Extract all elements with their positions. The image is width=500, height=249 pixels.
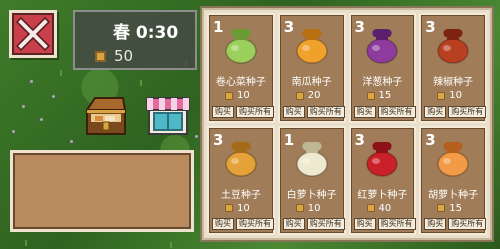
seed-price-value: 20 xyxy=(307,90,321,101)
chest-icon xyxy=(85,97,127,135)
grass-decoration xyxy=(60,70,62,76)
seed-shop-panel: 1 卷心菜种子 10 购买 购买所有 3 南瓜种子 20 购买 购买所有 3 洋… xyxy=(202,8,492,240)
item-info-panel xyxy=(10,150,194,232)
coin-icon xyxy=(437,204,446,212)
card-actions: 购买 购买所有 xyxy=(353,105,416,118)
buy-button[interactable]: 购买 xyxy=(353,105,376,118)
seed-price: 10 xyxy=(437,90,462,101)
seed-name: 白萝卜种子 xyxy=(286,189,337,201)
buy-button[interactable]: 购买 xyxy=(212,218,234,230)
shop-icon xyxy=(146,97,190,135)
seed-price: 15 xyxy=(437,203,462,214)
seed-card[interactable]: 1 白萝卜种子 10 购买 购买所有 xyxy=(277,125,346,235)
seed-price: 10 xyxy=(225,203,250,214)
seed-name: 卷心菜种子 xyxy=(215,77,266,88)
seed-name: 胡萝卜种子 xyxy=(428,189,479,201)
buy-button[interactable]: 购买 xyxy=(212,105,234,118)
buy-all-button[interactable]: 购买所有 xyxy=(306,105,345,118)
seed-bag-icon xyxy=(366,29,399,64)
season-time: 春 0:30 xyxy=(113,23,179,43)
close-icon xyxy=(16,17,50,51)
seed-card[interactable]: 3 南瓜种子 20 购买 购买所有 xyxy=(277,13,346,123)
buy-button[interactable]: 购买 xyxy=(424,218,447,230)
seed-name: 南瓜种子 xyxy=(291,77,332,88)
coin-icon xyxy=(366,91,375,100)
buy-button[interactable]: 购买 xyxy=(353,218,376,230)
flower-decoration xyxy=(195,135,198,138)
seed-name: 洋葱种子 xyxy=(362,77,403,88)
seed-price: 10 xyxy=(225,90,250,101)
seed-bag-icon xyxy=(295,141,328,177)
flower-decoration xyxy=(12,130,15,133)
seed-name: 辣椒种子 xyxy=(433,77,474,88)
coin-icon xyxy=(366,204,375,212)
seed-card[interactable]: 3 辣椒种子 10 购买 购买所有 xyxy=(419,13,487,123)
coin-icon xyxy=(295,91,304,100)
shop-button[interactable] xyxy=(145,92,191,138)
seed-bag-icon xyxy=(437,141,469,177)
grass-decoration xyxy=(170,242,172,248)
seed-card[interactable]: 1 卷心菜种子 10 购买 购买所有 xyxy=(207,13,275,123)
seed-price-value: 10 xyxy=(237,90,250,101)
buy-all-button[interactable]: 购买所有 xyxy=(448,218,487,230)
buy-button[interactable]: 购买 xyxy=(282,105,305,118)
card-actions: 购买 购买所有 xyxy=(282,105,345,118)
seed-price: 20 xyxy=(295,90,321,101)
seed-price-value: 10 xyxy=(307,202,321,214)
seed-price-value: 40 xyxy=(378,202,392,214)
coin-icon xyxy=(95,50,106,62)
buy-all-button[interactable]: 购买所有 xyxy=(377,105,416,118)
seed-card[interactable]: 3 红萝卜种子 40 购买 购买所有 xyxy=(348,125,417,235)
seed-price-value: 10 xyxy=(449,90,462,101)
seed-card[interactable]: 3 胡萝卜种子 15 购买 购买所有 xyxy=(419,125,487,235)
flower-decoration xyxy=(52,95,55,98)
grass-decoration xyxy=(140,80,142,86)
card-actions: 购买 购买所有 xyxy=(282,218,345,230)
coin-icon xyxy=(295,204,304,212)
buy-button[interactable]: 购买 xyxy=(424,105,447,118)
grass-decoration xyxy=(25,240,27,246)
coin-icon xyxy=(225,91,233,100)
buy-all-button[interactable]: 购买所有 xyxy=(236,218,274,230)
seed-price-value: 15 xyxy=(378,90,392,101)
coin-icon xyxy=(437,91,446,100)
seed-bag-icon xyxy=(225,141,257,177)
buy-button[interactable]: 购买 xyxy=(282,218,305,230)
seed-bag-icon xyxy=(225,29,257,64)
buy-all-button[interactable]: 购买所有 xyxy=(377,218,416,230)
seed-bag-icon xyxy=(366,141,399,177)
seed-price-value: 15 xyxy=(449,202,462,214)
seed-bag-icon xyxy=(295,29,328,64)
close-button[interactable] xyxy=(9,10,57,58)
coin-counter: 50 xyxy=(95,47,133,65)
buy-all-button[interactable]: 购买所有 xyxy=(236,105,274,118)
seed-price: 10 xyxy=(295,202,321,214)
seed-price: 15 xyxy=(366,90,392,101)
coin-icon xyxy=(225,204,233,212)
seed-card[interactable]: 3 土豆种子 10 购买 购买所有 xyxy=(207,125,275,235)
seed-price: 40 xyxy=(366,202,392,214)
inventory-chest-button[interactable] xyxy=(83,92,129,138)
status-panel: 春 0:30 50 xyxy=(73,10,197,70)
flower-decoration xyxy=(22,105,25,108)
coin-value: 50 xyxy=(114,47,134,65)
card-actions: 购买 购买所有 xyxy=(424,218,487,230)
seed-bag-icon xyxy=(437,29,469,64)
seed-name: 红萝卜种子 xyxy=(357,189,408,201)
flower-decoration xyxy=(30,80,33,83)
seed-price-value: 10 xyxy=(237,202,250,214)
card-actions: 购买 购买所有 xyxy=(424,105,487,118)
card-actions: 购买 购买所有 xyxy=(212,105,274,118)
card-actions: 购买 购买所有 xyxy=(353,218,416,230)
card-actions: 购买 购买所有 xyxy=(212,218,274,230)
buy-all-button[interactable]: 购买所有 xyxy=(306,218,345,230)
seed-card[interactable]: 3 洋葱种子 15 购买 购买所有 xyxy=(348,13,417,123)
flower-decoration xyxy=(70,140,73,143)
buy-all-button[interactable]: 购买所有 xyxy=(448,105,487,118)
seed-name: 土豆种子 xyxy=(220,189,261,201)
flower-decoration xyxy=(40,118,43,121)
